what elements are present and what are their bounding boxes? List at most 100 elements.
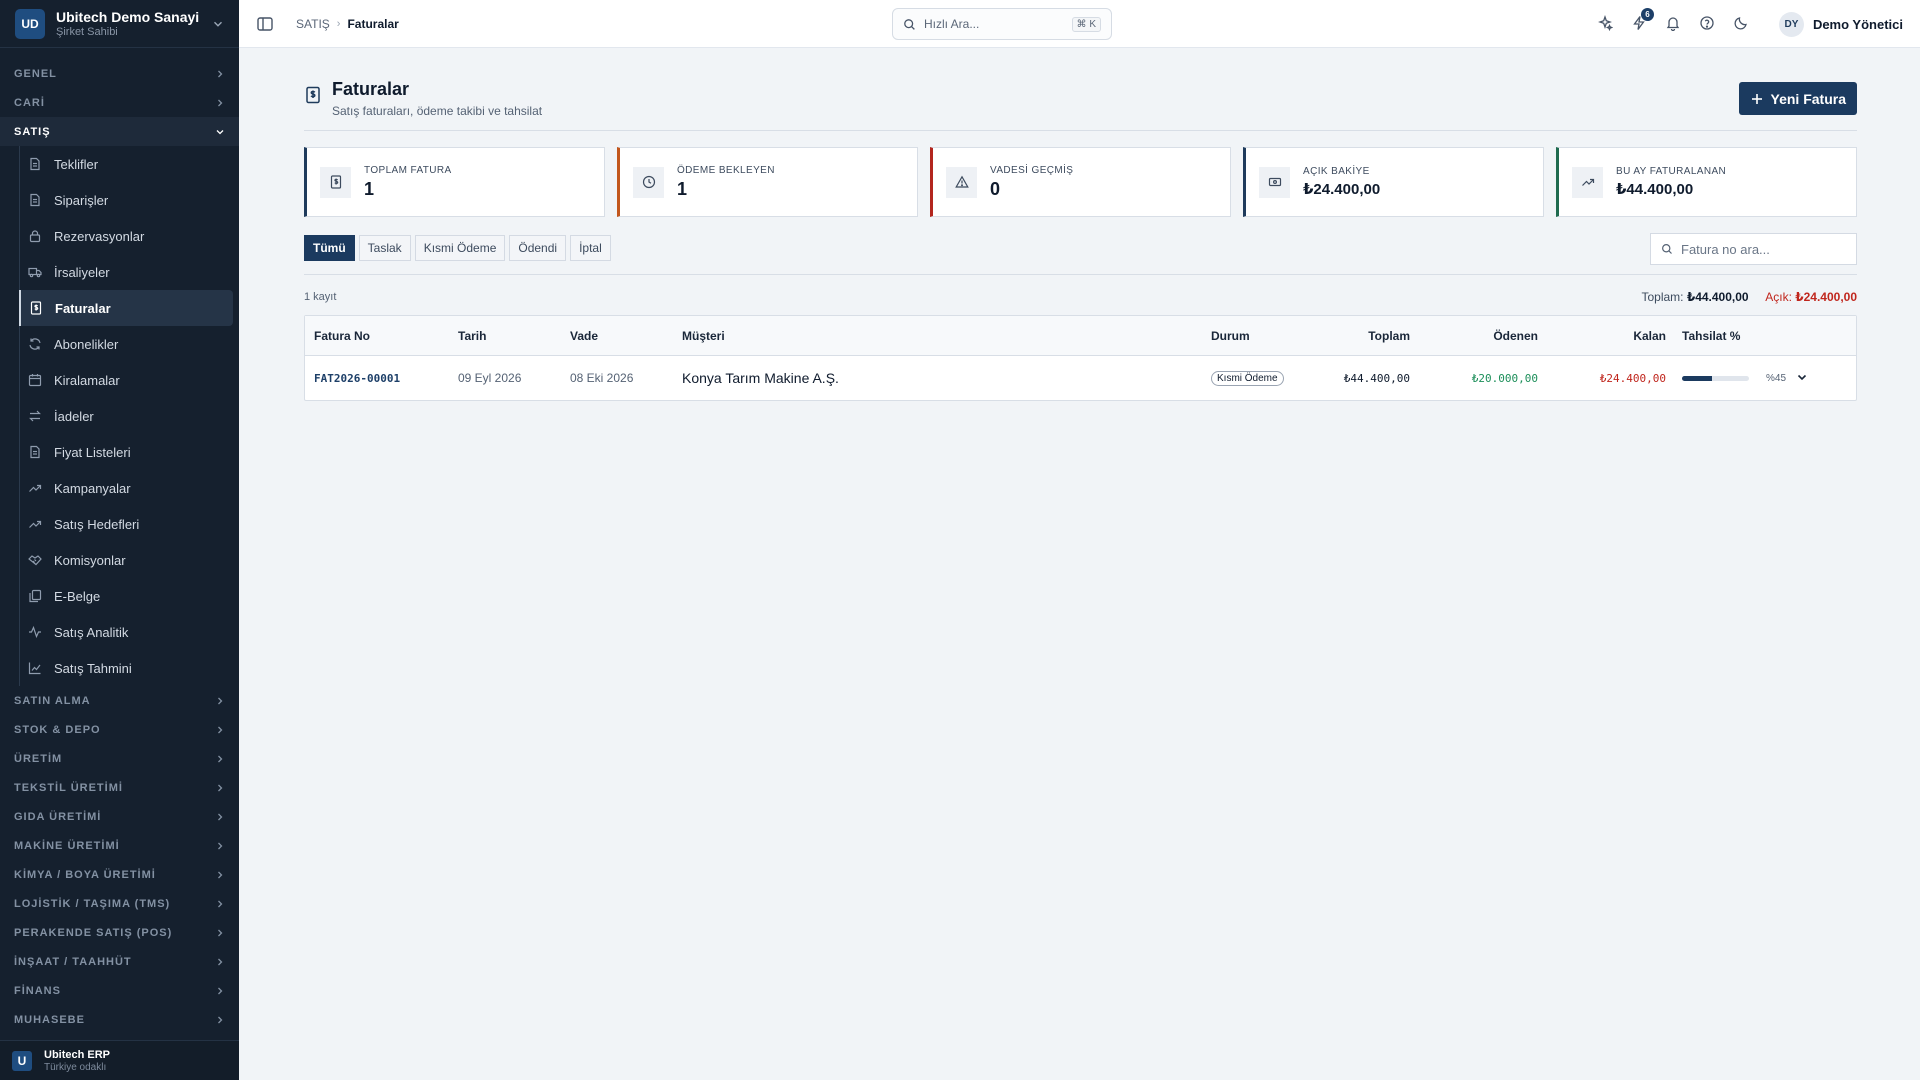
column-header[interactable]: Toplam <box>1320 329 1410 343</box>
column-header[interactable]: Kalan <box>1538 329 1666 343</box>
column-header[interactable]: Vade <box>561 329 673 343</box>
chevron-right-icon <box>218 813 223 820</box>
breadcrumb: SATIŞ › Faturalar <box>296 17 399 31</box>
sidebar-item-irsaliyeler[interactable]: İrsaliyeler <box>19 254 233 290</box>
sidebar-item-label: Rezervasyonlar <box>54 228 145 244</box>
sidebar-group-uretim[interactable]: ÜRETİM <box>0 744 239 773</box>
sidebar-nav: GENEL CARİ SATIŞ Teklifler Siparişler Rezer… <box>0 48 239 1040</box>
new-invoice-button[interactable]: Yeni Fatura <box>1738 82 1857 115</box>
chevron-right-icon <box>218 929 223 936</box>
tab-taslak[interactable]: Taslak <box>358 235 411 261</box>
invoice-icon <box>29 301 43 315</box>
sidebar-group-tekstil-uretimi[interactable]: TEKSTİL ÜRETİMİ <box>0 773 239 802</box>
calendar-icon <box>28 373 42 387</box>
tab-odendi[interactable]: Ödendi <box>509 235 567 261</box>
sidebar-item-fiyat-listeleri[interactable]: Fiyat Listeleri <box>19 434 233 470</box>
sidebar-group-genel[interactable]: GENEL <box>0 59 239 88</box>
sidebar-item-satis-hedefleri[interactable]: Satış Hedefleri <box>19 506 233 542</box>
sidebar-group-lojistik-tasima-tms[interactable]: LOJİSTİK / TAŞIMA (TMS) <box>0 889 239 918</box>
quick-search[interactable]: Hızlı Ara... ⌘ K <box>892 8 1112 40</box>
sidebar-group-makine-uretimi[interactable]: MAKİNE ÜRETİMİ <box>0 831 239 860</box>
quick-search-placeholder: Hızlı Ara... <box>924 17 980 31</box>
sidebar-group-label: GENEL <box>14 67 57 80</box>
chevron-right-icon <box>218 842 223 849</box>
sidebar-toggle-icon[interactable] <box>256 15 274 33</box>
stat-text: BU AY FATURALANAN ₺44.400,00 <box>1616 166 1726 198</box>
invoice-search[interactable] <box>1650 233 1857 265</box>
breadcrumb-parent[interactable]: SATIŞ <box>296 17 330 31</box>
sidebar-group-label: İNŞAAT / TAAHHÜT <box>14 955 132 968</box>
sidebar-group-stok-depo[interactable]: STOK & DEPO <box>0 715 239 744</box>
sidebar-group-cari[interactable]: CARİ <box>0 88 239 117</box>
column-header[interactable]: Ödenen <box>1410 329 1538 343</box>
help-icon[interactable] <box>1699 15 1717 33</box>
sidebar-group-satis[interactable]: SATIŞ <box>0 117 239 146</box>
sidebar-group-finans[interactable]: FİNANS <box>0 976 239 1005</box>
status-cell: Kısmi Ödeme <box>1202 370 1320 386</box>
sidebar-item-siparisler[interactable]: Siparişler <box>19 182 233 218</box>
chevron-right-icon <box>218 871 223 878</box>
sidebar-group-satin-alma[interactable]: SATIN ALMA <box>0 686 239 715</box>
chevron-down-icon[interactable] <box>1795 370 1809 384</box>
notification-count-badge: 6 <box>1640 8 1654 21</box>
sidebar-group-perakende-satis-pos[interactable]: PERAKENDE SATIŞ (POS) <box>0 918 239 947</box>
user-menu[interactable]: DY Demo Yönetici <box>1778 11 1903 37</box>
sidebar-item-satis-analitik[interactable]: Satış Analitik <box>19 614 233 650</box>
invoice-table: Fatura No Tarih Vade Müşteri Durum Topla… <box>304 315 1857 401</box>
sidebar-item-komisyonlar[interactable]: Komisyonlar <box>19 542 233 578</box>
column-header[interactable]: Tarih <box>449 329 561 343</box>
column-header[interactable]: Durum <box>1202 329 1320 343</box>
tab-tumu[interactable]: Tümü <box>304 235 355 261</box>
sidebar-item-e-belge[interactable]: E-Belge <box>19 578 233 614</box>
column-header[interactable]: Müşteri <box>673 329 1202 343</box>
org-logo: UD <box>15 8 45 39</box>
status-badge: Kısmi Ödeme <box>1211 371 1284 386</box>
stat-card-invoiced-this-month: BU AY FATURALANAN ₺44.400,00 <box>1556 147 1857 217</box>
sidebar-item-iadeler[interactable]: İadeler <box>19 398 233 434</box>
org-name: Ubitech Demo Sanayi <box>56 9 200 25</box>
table-row[interactable]: FAT2026-00001 09 Eyl 2026 08 Eki 2026 Ko… <box>305 356 1856 400</box>
sidebar-group-kimya-boya-uretimi[interactable]: KİMYA / BOYA ÜRETİMİ <box>0 860 239 889</box>
sidebar-item-satis-tahmini[interactable]: Satış Tahmini <box>19 650 233 686</box>
column-header[interactable]: Fatura No <box>305 329 449 343</box>
sidebar-item-abonelikler[interactable]: Abonelikler <box>19 326 233 362</box>
org-switcher[interactable]: UD Ubitech Demo Sanayi Şirket Sahibi <box>0 0 239 48</box>
truck-icon <box>28 265 42 279</box>
lock-icon <box>28 229 42 243</box>
chevron-right-icon <box>218 726 223 733</box>
invoice-number[interactable]: FAT2026-00001 <box>305 372 449 385</box>
sidebar-group-muhasebe[interactable]: MUHASEBE <box>0 1005 239 1034</box>
total-value: ₺44.400,00 <box>1686 290 1749 304</box>
sidebar-item-rezervasyonlar[interactable]: Rezervasyonlar <box>19 218 233 254</box>
sidebar-group-insaat-taahhut[interactable]: İNŞAAT / TAAHHÜT <box>0 947 239 976</box>
tab-kismi-odeme[interactable]: Kısmi Ödeme <box>414 235 506 261</box>
zap-icon[interactable]: 6 <box>1631 8 1654 33</box>
tab-iptal[interactable]: İptal <box>570 235 611 261</box>
breadcrumb-current: Faturalar <box>347 16 399 31</box>
activity-icon <box>28 625 42 639</box>
sidebar-group-gida-uretimi[interactable]: GIDA ÜRETİMİ <box>0 802 239 831</box>
sidebar-item-faturalar[interactable]: Faturalar <box>19 290 233 326</box>
breadcrumb-separator-icon: › <box>336 17 341 30</box>
invoice-search-input[interactable] <box>1681 241 1841 257</box>
sidebar-item-kiralamalar[interactable]: Kiralamalar <box>19 362 233 398</box>
filter-bar: Tümü Taslak Kısmi Ödeme Ödendi İptal <box>304 233 1857 275</box>
stat-value: ₺24.400,00 <box>1303 181 1381 198</box>
stat-card-overdue: VADESİ GEÇMİŞ 0 <box>930 147 1231 217</box>
sidebar: UD Ubitech Demo Sanayi Şirket Sahibi GEN… <box>0 0 239 1080</box>
chevron-right-icon <box>218 784 223 791</box>
line-chart-icon <box>28 661 42 675</box>
sidebar-item-kampanyalar[interactable]: Kampanyalar <box>19 470 233 506</box>
bell-icon[interactable] <box>1665 15 1683 33</box>
column-header[interactable]: Tahsilat % <box>1666 329 1786 343</box>
sidebar-item-teklifler[interactable]: Teklifler <box>19 146 233 182</box>
ai-sparkles-icon[interactable] <box>1597 15 1615 33</box>
sidebar-group-label: SATIŞ <box>14 125 51 138</box>
sidebar-group-label: KİMYA / BOYA ÜRETİMİ <box>14 868 156 881</box>
progress-percent: %45 <box>1765 372 1786 384</box>
page-subtitle: Satış faturaları, ödeme takibi ve tahsil… <box>332 104 543 118</box>
sidebar-group-label: MAKİNE ÜRETİMİ <box>14 839 120 852</box>
moon-icon[interactable] <box>1733 15 1751 33</box>
progress-bar-fill <box>1682 375 1713 381</box>
document-icon <box>28 445 42 459</box>
